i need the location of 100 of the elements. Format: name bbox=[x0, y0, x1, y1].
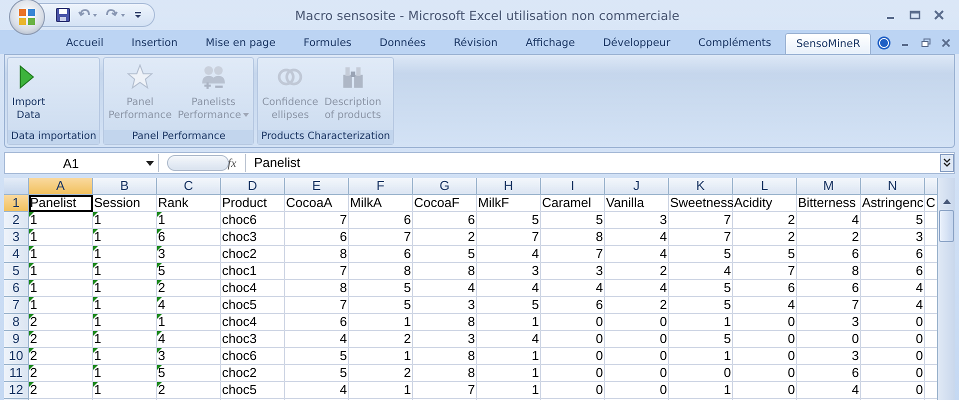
error-flag-icon bbox=[93, 314, 98, 319]
row-header[interactable]: 9 bbox=[4, 331, 29, 348]
table-cell: Acidity bbox=[733, 195, 797, 212]
ribbon-tab[interactable]: Développeur bbox=[588, 33, 684, 54]
table-cell: 2 bbox=[349, 331, 413, 348]
row-header[interactable]: 11 bbox=[4, 365, 29, 382]
ribbon-tab[interactable]: Affichage bbox=[512, 33, 589, 54]
table-cell: 3 bbox=[861, 229, 925, 246]
table-cell: 1 bbox=[29, 212, 93, 229]
table-cell: 2 bbox=[157, 382, 221, 399]
ribbon-tab[interactable]: Compléments bbox=[684, 33, 786, 54]
table-cell: 0 bbox=[541, 365, 605, 382]
column-header[interactable]: C bbox=[157, 178, 221, 195]
restore-icon[interactable] bbox=[921, 38, 932, 48]
office-button[interactable] bbox=[9, 0, 45, 35]
column-header[interactable]: I bbox=[541, 178, 605, 195]
table-cell: 7 bbox=[349, 229, 413, 246]
table-cell: 4 bbox=[285, 331, 349, 348]
table-cell: choc3 bbox=[221, 331, 285, 348]
row-header[interactable]: 10 bbox=[4, 348, 29, 365]
table-cell: 8 bbox=[349, 263, 413, 280]
table-cell: 1 bbox=[93, 229, 157, 246]
table-cell: 0 bbox=[733, 365, 797, 382]
customize-caret-icon[interactable] bbox=[134, 11, 142, 19]
table-cell: 2 bbox=[29, 331, 93, 348]
table-cell: 3 bbox=[605, 212, 669, 229]
row-header[interactable]: 1 bbox=[4, 195, 29, 212]
column-header[interactable]: M bbox=[797, 178, 861, 195]
table-cell: 5 bbox=[861, 212, 925, 229]
scroll-thumb[interactable] bbox=[939, 210, 954, 242]
table-cell: 1 bbox=[349, 314, 413, 331]
table-cell: 1 bbox=[477, 314, 541, 331]
ribbon-tab[interactable]: SensoMineR bbox=[785, 33, 872, 54]
table-cell: 1 bbox=[29, 263, 93, 280]
table-cell: choc5 bbox=[221, 382, 285, 399]
table-cell: 4 bbox=[605, 246, 669, 263]
table-cell: 2 bbox=[29, 382, 93, 399]
table-cell: 4 bbox=[413, 280, 477, 297]
column-header[interactable]: F bbox=[349, 178, 413, 195]
row-header[interactable]: 4 bbox=[4, 246, 29, 263]
ribbon-tab[interactable]: Accueil bbox=[52, 33, 118, 54]
ribbon-button[interactable]: Import Data bbox=[10, 60, 48, 130]
table-cell: 4 bbox=[605, 280, 669, 297]
close-icon[interactable] bbox=[941, 38, 952, 48]
table-cell: 6 bbox=[861, 246, 925, 263]
column-header[interactable]: E bbox=[285, 178, 349, 195]
row-header[interactable]: 8 bbox=[4, 314, 29, 331]
table-cell: 4 bbox=[797, 212, 861, 229]
column-header[interactable]: A bbox=[29, 178, 93, 195]
table-cell: 6 bbox=[797, 280, 861, 297]
ribbon-tab[interactable]: Mise en page bbox=[192, 33, 290, 54]
error-flag-icon bbox=[29, 263, 34, 268]
row-header[interactable]: 12 bbox=[4, 382, 29, 399]
table-cell: 1 bbox=[29, 229, 93, 246]
row-header[interactable]: 2 bbox=[4, 212, 29, 229]
table-cell: 1 bbox=[93, 280, 157, 297]
row-header[interactable]: 3 bbox=[4, 229, 29, 246]
table-cell: 1 bbox=[29, 246, 93, 263]
row-header[interactable]: 6 bbox=[4, 280, 29, 297]
table-cell: 2 bbox=[605, 263, 669, 280]
column-header[interactable]: L bbox=[733, 178, 797, 195]
ribbon-tab[interactable]: Révision bbox=[440, 33, 512, 54]
column-header[interactable]: D bbox=[221, 178, 285, 195]
error-flag-icon bbox=[93, 297, 98, 302]
error-flag-icon bbox=[29, 280, 34, 285]
column-header[interactable]: K bbox=[669, 178, 733, 195]
column-header[interactable]: B bbox=[93, 178, 157, 195]
column-header[interactable]: G bbox=[413, 178, 477, 195]
table-cell: 4 bbox=[541, 280, 605, 297]
table-cell: 2 bbox=[29, 348, 93, 365]
table-cell: 6 bbox=[541, 297, 605, 314]
table-cell: 7 bbox=[541, 246, 605, 263]
table-cell: 4 bbox=[861, 280, 925, 297]
close-icon[interactable] bbox=[933, 9, 945, 21]
save-icon[interactable] bbox=[56, 8, 70, 22]
table-cell: choc6 bbox=[221, 348, 285, 365]
people-icon bbox=[200, 64, 226, 90]
column-header[interactable]: J bbox=[605, 178, 669, 195]
table-cell: 4 bbox=[285, 382, 349, 399]
ribbon-tab[interactable]: Insertion bbox=[118, 33, 192, 54]
ribbon-tab[interactable]: Données bbox=[366, 33, 440, 54]
table-cell: 5 bbox=[349, 280, 413, 297]
column-header[interactable]: H bbox=[477, 178, 541, 195]
help-icon[interactable] bbox=[877, 36, 892, 50]
row-header[interactable]: 5 bbox=[4, 263, 29, 280]
table-cell: Bitterness bbox=[797, 195, 861, 212]
table-cell: 4 bbox=[477, 246, 541, 263]
table-cell: 2 bbox=[605, 297, 669, 314]
table-cell: 7 bbox=[285, 297, 349, 314]
table-cell: choc6 bbox=[221, 212, 285, 229]
table-cell: 3 bbox=[541, 263, 605, 280]
table-cell: 1 bbox=[669, 314, 733, 331]
ribbon-tab[interactable]: Formules bbox=[290, 33, 366, 54]
maximize-icon[interactable] bbox=[909, 9, 921, 21]
group-label: Products Characterization bbox=[258, 130, 394, 144]
table-cell: 0 bbox=[605, 348, 669, 365]
table-cell: Caramel bbox=[541, 195, 605, 212]
table-cell: 4 bbox=[797, 382, 861, 399]
row-header[interactable]: 7 bbox=[4, 297, 29, 314]
column-header[interactable]: N bbox=[861, 178, 925, 195]
